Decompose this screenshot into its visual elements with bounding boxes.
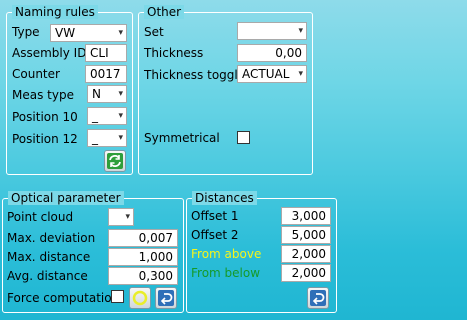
- point-cloud-label: Point cloud: [7, 210, 74, 224]
- thickness-label: Thickness: [144, 46, 204, 60]
- force-computation-checkbox[interactable]: [111, 290, 124, 303]
- distances-title: Distances: [192, 191, 257, 205]
- force-computation-label: Force computation: [7, 291, 120, 305]
- offset-1-label: Offset 1: [191, 209, 239, 223]
- position-12-value: _: [92, 131, 98, 145]
- from-above-label: From above: [191, 247, 262, 261]
- max-deviation-label: Max. deviation: [7, 231, 96, 245]
- from-above-input[interactable]: 2,000: [281, 245, 331, 263]
- chevron-down-icon: ▾: [298, 69, 303, 79]
- other-title: Other: [144, 5, 185, 19]
- meas-type-value: N: [92, 87, 101, 101]
- meas-type-select[interactable]: N ▾: [87, 85, 127, 103]
- offset-2-input[interactable]: 5,000: [281, 226, 331, 244]
- thickness-toggle-value: ACTUAL: [242, 67, 290, 81]
- point-cloud-select[interactable]: ▾: [108, 208, 134, 226]
- chevron-down-icon: ▾: [118, 111, 123, 121]
- refresh-button[interactable]: [104, 150, 126, 172]
- chevron-down-icon: ▾: [125, 212, 130, 222]
- thickness-toggle-label: Thickness toggle: [144, 68, 246, 82]
- assembly-id-label: Assembly ID: [12, 46, 87, 60]
- position-12-select[interactable]: _ ▾: [87, 129, 127, 147]
- meas-type-label: Meas type: [12, 88, 74, 102]
- undo-optical-button[interactable]: [155, 287, 177, 309]
- undo-icon: [310, 290, 326, 306]
- chevron-down-icon: ▾: [298, 26, 303, 36]
- type-select[interactable]: VW ▾: [50, 24, 127, 42]
- from-below-label: From below: [191, 266, 261, 280]
- offset-1-input[interactable]: 3,000: [281, 207, 331, 225]
- chevron-down-icon: ▾: [118, 28, 123, 38]
- max-distance-label: Max. distance: [7, 250, 91, 264]
- from-below-input[interactable]: 2,000: [281, 264, 331, 282]
- refresh-icon: [107, 153, 123, 169]
- avg-distance-label: Avg. distance: [7, 269, 88, 283]
- position-10-label: Position 10: [12, 110, 78, 124]
- circle-button[interactable]: [129, 287, 151, 309]
- offset-2-label: Offset 2: [191, 228, 239, 242]
- type-label: Type: [12, 25, 40, 39]
- max-deviation-input[interactable]: 0,007: [108, 229, 178, 247]
- position-10-select[interactable]: _ ▾: [87, 107, 127, 125]
- symmetrical-checkbox[interactable]: [237, 131, 250, 144]
- position-12-label: Position 12: [12, 132, 78, 146]
- chevron-down-icon: ▾: [118, 133, 123, 143]
- assembly-id-input[interactable]: CLI: [85, 44, 127, 62]
- undo-icon: [158, 290, 174, 306]
- counter-input[interactable]: 0017: [85, 65, 127, 83]
- undo-distances-button[interactable]: [307, 287, 329, 309]
- optical-parameter-title: Optical parameter: [8, 191, 124, 205]
- max-distance-input[interactable]: 1,000: [108, 248, 178, 266]
- symmetrical-label: Symmetrical: [144, 131, 220, 145]
- thickness-toggle-select[interactable]: ACTUAL ▾: [237, 65, 307, 83]
- chevron-down-icon: ▾: [118, 89, 123, 99]
- set-label: Set: [144, 25, 164, 39]
- counter-label: Counter: [12, 67, 60, 81]
- type-select-value: VW: [55, 26, 76, 40]
- circle-icon: [132, 290, 148, 306]
- set-select[interactable]: ▾: [237, 22, 307, 40]
- avg-distance-input[interactable]: 0,300: [108, 267, 178, 285]
- thickness-input[interactable]: 0,00: [237, 44, 307, 62]
- position-10-value: _: [92, 109, 98, 123]
- naming-rules-title: Naming rules: [12, 5, 98, 19]
